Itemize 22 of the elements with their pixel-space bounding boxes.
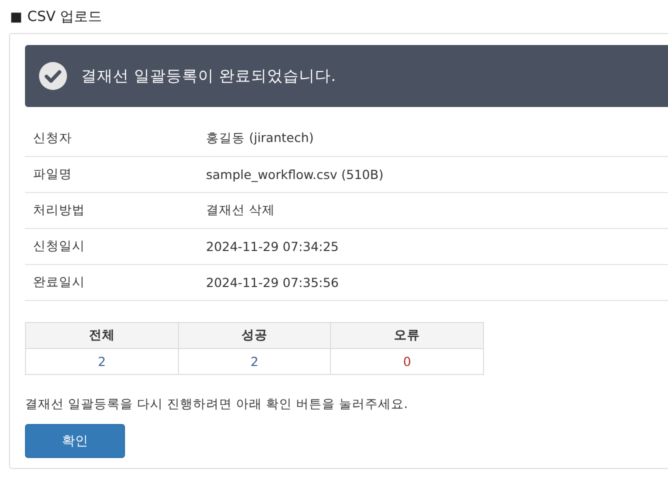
table-header: 전체 <box>26 322 178 348</box>
detail-label: 신청일시 <box>32 238 86 255</box>
instruction-text: 결재선 일괄등록을 다시 진행하려면 아래 확인 버튼을 눌러주세요. <box>25 396 409 413</box>
heading-marker: ■ <box>10 10 22 24</box>
confirm-button[interactable]: 확인 <box>25 424 125 458</box>
check-circle-icon <box>39 62 67 90</box>
detail-value: 2024-11-29 07:35:56 <box>206 275 339 290</box>
detail-label: 신청자 <box>32 130 73 147</box>
detail-value: 결재선 삭제 <box>206 202 275 219</box>
detail-value: 2024-11-29 07:34:25 <box>206 239 339 254</box>
table-cell: 0 <box>330 348 484 374</box>
detail-value: sample_workflow.csv (510B) <box>206 167 384 182</box>
section-title: CSV 업로드 <box>27 8 102 26</box>
table-header: 오류 <box>330 322 484 348</box>
detail-value: 홍길동 (jirantech) <box>206 130 314 147</box>
table-cell: 2 <box>178 348 331 374</box>
detail-label: 파일명 <box>32 166 73 183</box>
table-header: 성공 <box>178 322 331 348</box>
table-cell: 2 <box>26 348 178 374</box>
detail-label: 완료일시 <box>32 274 86 291</box>
detail-label: 처리방법 <box>32 202 86 219</box>
success-message: 결재선 일괄등록이 완료되었습니다. <box>81 66 336 86</box>
